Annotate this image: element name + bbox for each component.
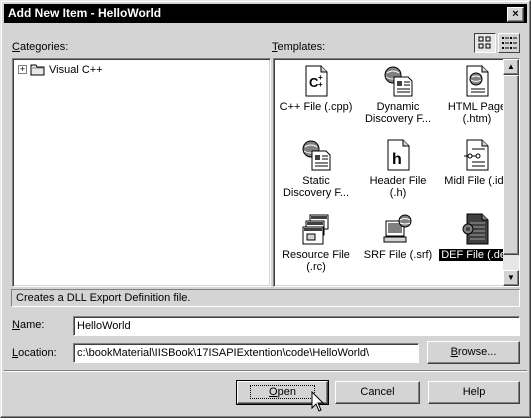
title-bar[interactable]: Add New Item - HelloWorld × (4, 4, 527, 23)
template-srf-file[interactable]: SRF File (.srf) (358, 213, 438, 261)
static-discovery-icon (302, 140, 331, 171)
templates-label: Templates: (272, 41, 326, 53)
template-label: Midl File (.idl) (444, 175, 510, 187)
def-file-icon (462, 213, 489, 245)
folder-icon (30, 64, 45, 76)
srf-file-icon (383, 214, 412, 243)
dynamic-discovery-icon (384, 66, 413, 97)
template-label: Dynamic Discovery F... (364, 101, 431, 125)
template-header-file[interactable]: h Header File (.h) (358, 139, 438, 199)
tree-item-visual-cpp[interactable]: + Visual C++ (18, 63, 103, 76)
html-page-icon (466, 65, 489, 97)
list-view-button[interactable] (498, 33, 520, 53)
expand-icon[interactable]: + (18, 65, 27, 74)
scroll-up-button[interactable]: ▲ (503, 59, 519, 75)
scroll-down-button[interactable]: ▼ (503, 270, 519, 286)
list-view-icon (502, 37, 517, 49)
tree-item-label: Visual C++ (49, 63, 103, 76)
location-input[interactable]: c:\bookMaterial\IISBook\17ISAPIExtention… (73, 343, 419, 363)
scroll-thumb[interactable] (503, 75, 519, 255)
template-static-discovery[interactable]: Static Discovery F... (276, 139, 356, 199)
templates-list[interactable]: C + + C++ File (.cpp) Dynamic Discovery F… (273, 58, 520, 287)
window-title: Add New Item - HelloWorld (8, 6, 162, 20)
template-label: Resource File (.rc) (282, 249, 350, 273)
help-button[interactable]: Help (428, 381, 520, 404)
template-label: HTML Page (.htm) (447, 101, 507, 125)
close-button[interactable]: × (507, 7, 524, 22)
add-new-item-dialog: Add New Item - HelloWorld × Categories: … (0, 0, 531, 418)
template-label: SRF File (.srf) (363, 249, 433, 261)
midl-file-icon (464, 139, 489, 171)
name-label: Name: (12, 319, 45, 331)
name-input[interactable]: HelloWorld (73, 316, 520, 336)
templates-scrollbar[interactable]: ▲ ▼ (503, 59, 519, 286)
cancel-button[interactable]: Cancel (335, 381, 420, 404)
svg-text:+: + (318, 80, 323, 89)
categories-label: Categories: (12, 41, 69, 53)
template-description: Creates a DLL Export Definition file. (11, 289, 520, 307)
template-label: C++ File (.cpp) (279, 101, 353, 113)
header-file-icon: h (387, 139, 410, 171)
separator (4, 370, 527, 372)
large-icons-view-button[interactable] (474, 33, 496, 53)
svg-text:h: h (392, 151, 402, 168)
template-cpp-file[interactable]: C + + C++ File (.cpp) (276, 65, 356, 113)
template-dynamic-discovery[interactable]: Dynamic Discovery F... (358, 65, 438, 125)
cpp-file-icon: C + + (305, 65, 328, 97)
mouse-cursor-icon (311, 391, 325, 412)
resource-file-icon (302, 214, 329, 245)
location-label: Location: (12, 347, 57, 359)
categories-tree[interactable]: + Visual C++ (12, 58, 271, 287)
browse-button[interactable]: Browse... (427, 341, 520, 364)
large-icons-icon (478, 36, 491, 49)
template-label: Static Discovery F... (282, 175, 349, 199)
template-label: Header File (.h) (369, 175, 427, 199)
template-resource-file[interactable]: Resource File (.rc) (276, 213, 356, 273)
